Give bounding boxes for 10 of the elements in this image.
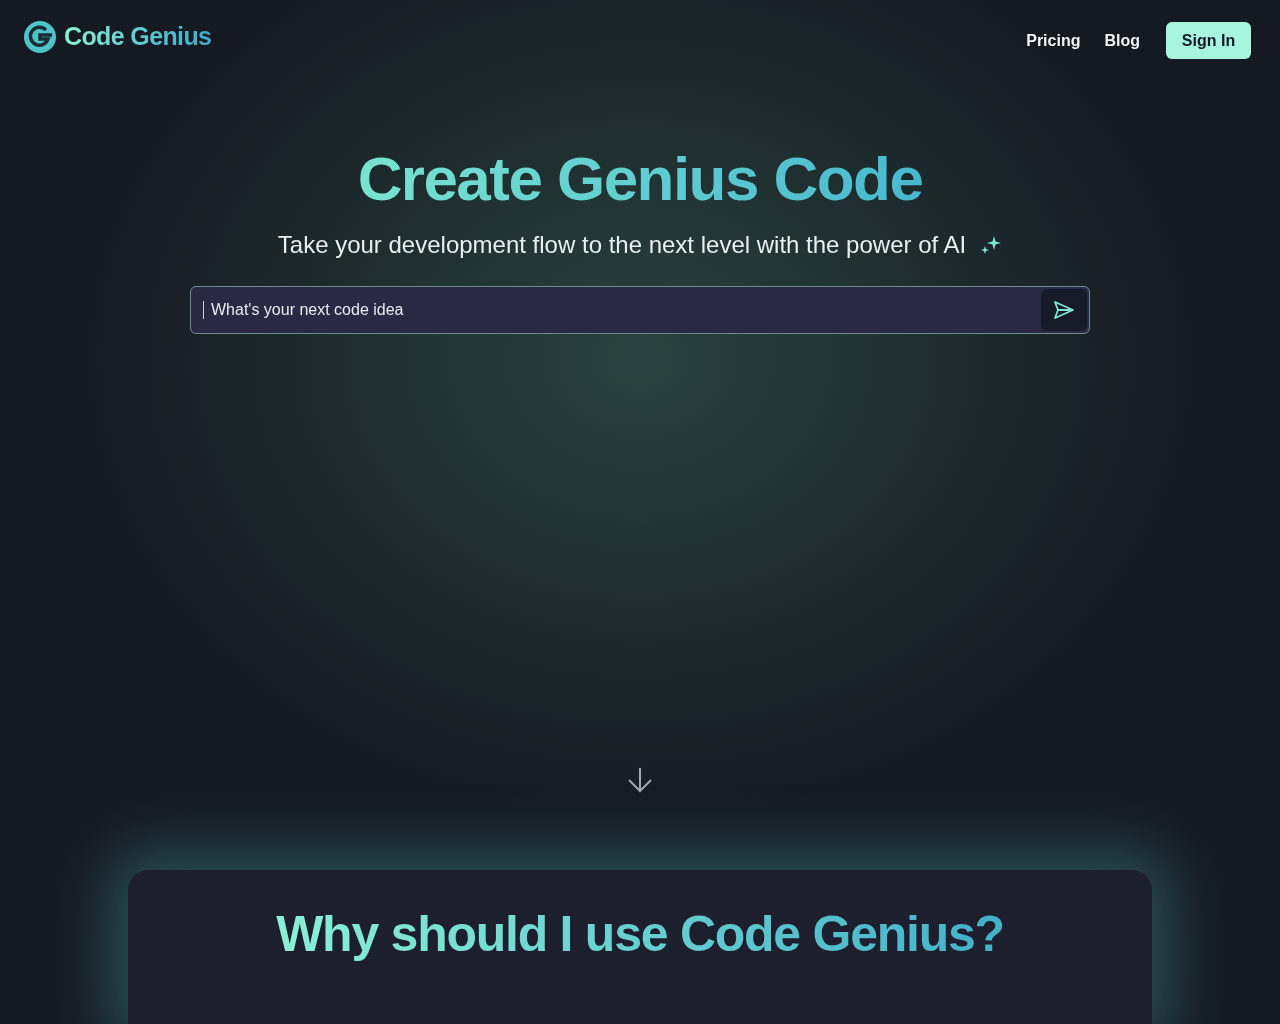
send-icon: [1053, 300, 1075, 320]
sign-in-button[interactable]: Sign In: [1166, 22, 1251, 59]
send-button[interactable]: [1041, 289, 1087, 331]
hero-subtitle: Take your development flow to the next level with the power of AI: [277, 230, 967, 260]
prompt-bar[interactable]: What's your next code idea: [190, 286, 1090, 334]
nav-link[interactable]: Pricing: [1026, 28, 1081, 53]
prompt-field[interactable]: What's your next code idea: [211, 298, 1041, 322]
arrow-down-icon: [627, 766, 653, 794]
logo-icon: [24, 20, 56, 53]
nav-link[interactable]: Blog: [1104, 28, 1140, 53]
